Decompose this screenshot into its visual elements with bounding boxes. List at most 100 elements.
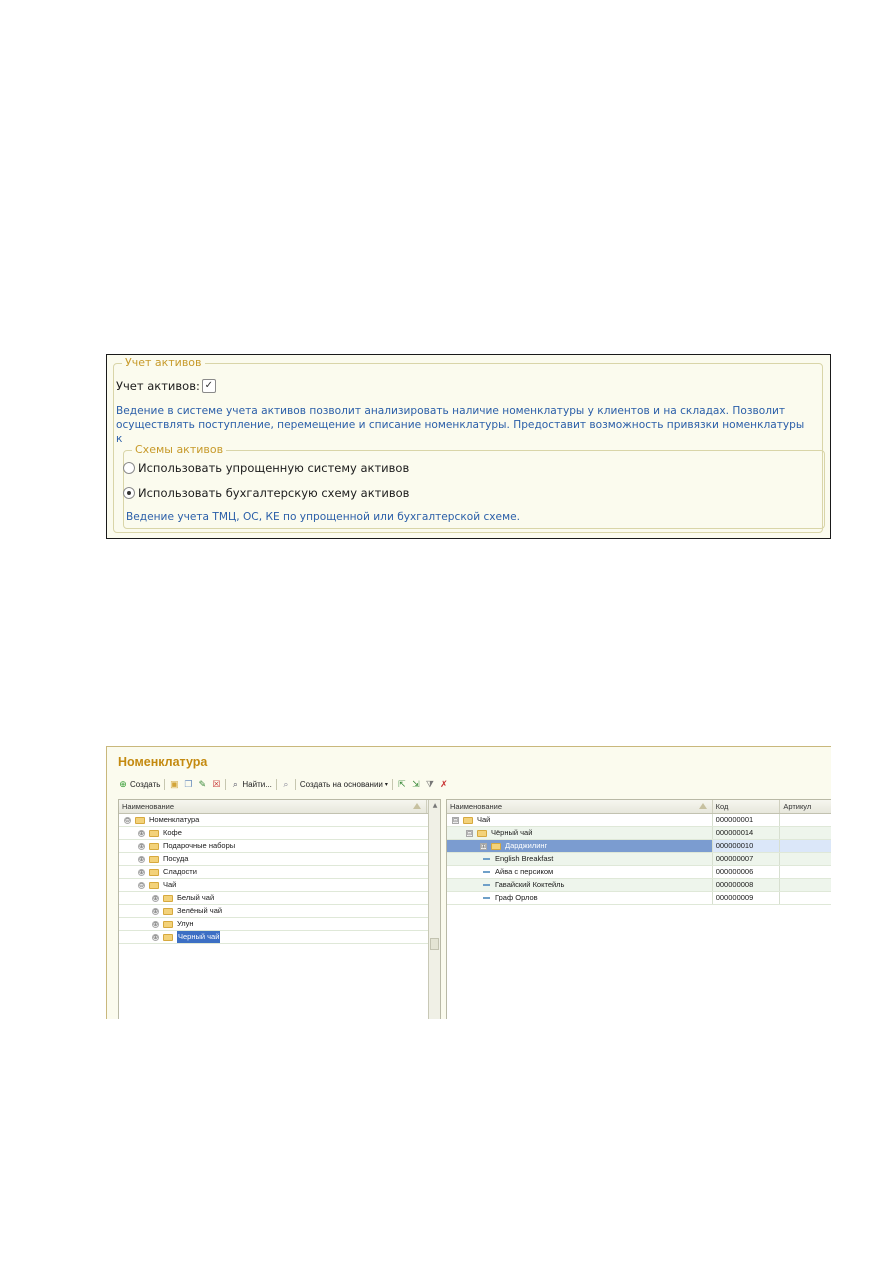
- table-row[interactable]: ⊟ Чёрный чай 000000014: [447, 827, 831, 840]
- vertical-scrollbar[interactable]: ▲: [428, 800, 440, 1019]
- assets-description: Ведение в системе учета активов позволит…: [116, 404, 806, 446]
- tree-row[interactable]: ⊕ Кофе: [119, 827, 428, 840]
- cell-code[interactable]: 000000006: [713, 866, 781, 878]
- sort-asc-icon: [698, 803, 707, 809]
- expand-icon[interactable]: ⊕: [152, 894, 159, 902]
- create-based-on-button[interactable]: Создать на основании ▾: [300, 780, 388, 789]
- table-row[interactable]: English Breakfast 000000007: [447, 853, 831, 866]
- expand-icon[interactable]: ⊕: [152, 933, 159, 941]
- items-list-pane[interactable]: Наименование Код Артикул ⊟ Чай 000000001 ⊟ Ч…: [446, 799, 831, 1019]
- expand-icon[interactable]: ⊕: [138, 829, 145, 837]
- groups-tree-pane[interactable]: Наименование ⊖ Номенклатура ⊕ Кофе ⊕ Подарочн…: [118, 799, 441, 1019]
- tree-row[interactable]: ⊖ Чай: [119, 879, 428, 892]
- cell-article[interactable]: [780, 853, 831, 865]
- cell-code[interactable]: 000000007: [713, 853, 781, 865]
- collapse-icon[interactable]: ⊖: [138, 881, 145, 889]
- assets-settings-panel: Учет активов Учет активов: ✓ Ведение в с…: [106, 354, 831, 539]
- toolbar: ⊕ Создать ▣ ❐ ✎ ☒ ⌕ Найти... ⌕ Создать н…: [118, 777, 449, 791]
- cancel-search-icon[interactable]: ⌕: [281, 779, 291, 789]
- tree-row[interactable]: ⊕ Зелёный чай: [119, 905, 428, 918]
- delete-mark-icon[interactable]: ☒: [211, 779, 221, 789]
- table-row[interactable]: Гавайский Коктейль 000000008: [447, 879, 831, 892]
- expand-icon[interactable]: ⊕: [138, 855, 145, 863]
- tree-row[interactable]: ⊕ Посуда: [119, 853, 428, 866]
- clear-filter-icon[interactable]: ✗: [439, 779, 449, 789]
- item-icon: [483, 871, 490, 873]
- cell-article[interactable]: [780, 840, 831, 852]
- cell-name[interactable]: ⊞ Дарджилинг: [447, 840, 713, 852]
- radio-button[interactable]: [123, 462, 135, 474]
- items-list-rows: ⊟ Чай 000000001 ⊟ Чёрный чай 000000014 ⊞ Дарджи…: [447, 814, 831, 905]
- copy-icon[interactable]: ❐: [183, 779, 193, 789]
- radio-button-selected[interactable]: [123, 487, 135, 499]
- cell-name-text: Дарджилинг: [505, 841, 548, 850]
- table-row[interactable]: Граф Орлов 000000009: [447, 892, 831, 905]
- cell-name[interactable]: Граф Орлов: [447, 892, 713, 904]
- table-row[interactable]: Айва с персиком 000000006: [447, 866, 831, 879]
- folder-icon: [149, 829, 159, 837]
- column-header-code[interactable]: Код: [713, 800, 781, 813]
- collapse-icon[interactable]: ⊟: [466, 829, 473, 837]
- cell-name-text: Айва с персиком: [495, 867, 554, 876]
- scroll-thumb[interactable]: [430, 938, 439, 950]
- cell-code[interactable]: 000000008: [713, 879, 781, 891]
- find-button[interactable]: ⌕ Найти...: [230, 779, 272, 789]
- expand-icon[interactable]: ⊕: [152, 920, 159, 928]
- cell-article[interactable]: [780, 814, 831, 826]
- radio-label: Использовать бухгалтерскую схему активов: [138, 486, 410, 500]
- tree-row[interactable]: ⊖ Номенклатура: [119, 814, 428, 827]
- folder-icon: [163, 933, 173, 941]
- cell-code[interactable]: 000000010: [713, 840, 781, 852]
- cell-article[interactable]: [780, 827, 831, 839]
- column-header-name[interactable]: Наименование: [119, 800, 427, 813]
- column-header-label: Код: [715, 802, 729, 811]
- tree-row-label: Чай: [163, 880, 177, 889]
- table-row[interactable]: ⊟ Чай 000000001: [447, 814, 831, 827]
- cell-name[interactable]: Айва с персиком: [447, 866, 713, 878]
- collapse-icon[interactable]: ⊟: [452, 816, 459, 824]
- tree-row[interactable]: ⊕ Подарочные наборы: [119, 840, 428, 853]
- asset-schemes-note: Ведение учета ТМЦ, ОС, КЕ по упрощенной …: [126, 511, 520, 523]
- tree-row[interactable]: ⊕ Белый чай: [119, 892, 428, 905]
- hierarchy-up-icon[interactable]: ⇱: [397, 779, 407, 789]
- table-row[interactable]: ⊞ Дарджилинг 000000010: [447, 840, 831, 853]
- cell-article[interactable]: [780, 892, 831, 904]
- hierarchy-down-icon[interactable]: ⇲: [411, 779, 421, 789]
- cell-name[interactable]: Гавайский Коктейль: [447, 879, 713, 891]
- expand-icon[interactable]: ⊕: [152, 907, 159, 915]
- column-header-name[interactable]: Наименование: [447, 800, 713, 813]
- cell-name[interactable]: ⊟ Чёрный чай: [447, 827, 713, 839]
- radio-simple-scheme[interactable]: Использовать упрощенную систему активов: [123, 461, 409, 475]
- folder-icon: [149, 855, 159, 863]
- assets-checkbox[interactable]: ✓: [201, 379, 216, 393]
- expand-icon[interactable]: ⊞: [480, 842, 487, 850]
- column-header-article[interactable]: Артикул: [780, 800, 831, 813]
- expand-icon[interactable]: ⊕: [138, 868, 145, 876]
- cell-code[interactable]: 000000009: [713, 892, 781, 904]
- tree-row[interactable]: ⊕ Черный чай: [119, 931, 428, 944]
- item-icon: [483, 884, 490, 886]
- cell-name-text: Граф Орлов: [495, 893, 538, 902]
- tree-row[interactable]: ⊕ Сладости: [119, 866, 428, 879]
- cell-code[interactable]: 000000014: [713, 827, 781, 839]
- cell-name[interactable]: ⊟ Чай: [447, 814, 713, 826]
- window-title: Номенклатура: [118, 755, 208, 769]
- cell-article[interactable]: [780, 879, 831, 891]
- expand-icon[interactable]: ⊕: [138, 842, 145, 850]
- create-folder-icon[interactable]: ▣: [169, 779, 179, 789]
- filter-icon[interactable]: ⧩: [425, 779, 435, 789]
- item-icon: [483, 897, 490, 899]
- radio-accounting-scheme[interactable]: Использовать бухгалтерскую схему активов: [123, 486, 409, 500]
- cell-name[interactable]: English Breakfast: [447, 853, 713, 865]
- scroll-up-icon[interactable]: ▲: [429, 800, 440, 812]
- assets-checkbox-label: Учет активов:: [116, 379, 200, 393]
- search-icon: ⌕: [232, 779, 238, 789]
- collapse-icon[interactable]: ⊖: [124, 816, 131, 824]
- tree-row[interactable]: ⊕ Улун: [119, 918, 428, 931]
- toolbar-separator: [391, 778, 393, 790]
- cell-article[interactable]: [780, 866, 831, 878]
- edit-pencil-icon[interactable]: ✎: [197, 779, 207, 789]
- folder-icon: [149, 868, 159, 876]
- cell-code[interactable]: 000000001: [713, 814, 781, 826]
- create-button[interactable]: ⊕ Создать: [118, 779, 160, 789]
